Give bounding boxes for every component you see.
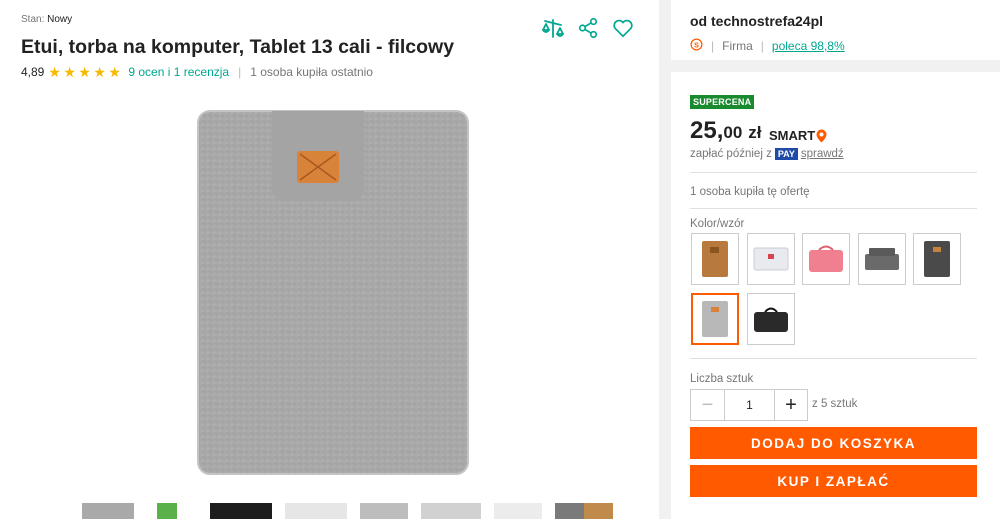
thumbnail[interactable] <box>555 503 613 519</box>
product-actions <box>541 16 646 40</box>
quantity-increase-button[interactable]: + <box>774 389 808 421</box>
star-icon: ★ <box>48 64 61 80</box>
variant-swatch-white[interactable] <box>747 233 795 285</box>
quantity-available: z 5 sztuk <box>812 398 858 410</box>
divider <box>690 208 977 209</box>
thumbnail[interactable] <box>285 503 347 519</box>
pay-later: zapłać później z PAY sprawdź <box>690 148 844 160</box>
seller-type: Firma <box>722 39 753 53</box>
product-image[interactable] <box>180 96 490 496</box>
seller-name[interactable]: od technostrefa24pl <box>690 13 823 29</box>
smart-label: SMART <box>769 128 816 143</box>
variant-swatch-brown[interactable] <box>691 233 739 285</box>
divider: | <box>238 65 242 79</box>
seller-meta: S | Firma | poleca 98,8% <box>690 38 845 54</box>
bought-recently: 1 osoba kupiła ostatnio <box>250 65 373 79</box>
quantity-label: Liczba sztuk <box>690 373 754 385</box>
star-icon: ★ <box>108 64 121 80</box>
price-integer: 25, <box>690 117 724 144</box>
price: 25, 00 zł <box>690 117 762 145</box>
star-icon: ★ <box>78 64 91 80</box>
product-title: Etui, torba na komputer, Tablet 13 cali … <box>21 36 455 58</box>
condition: Stan: Nowy <box>21 14 72 25</box>
star-icon: ★ <box>63 64 76 80</box>
quantity-decrease-button[interactable]: − <box>690 389 724 421</box>
buy-now-button[interactable]: KUP I ZAPŁAĆ <box>690 465 977 497</box>
variant-label: Kolor/wzór <box>690 218 745 230</box>
divider <box>690 172 977 173</box>
divider <box>690 358 977 359</box>
thumbnail[interactable] <box>421 503 481 519</box>
buy-box: od technostrefa24pl S | Firma | poleca 9… <box>671 0 1000 519</box>
add-to-cart-button[interactable]: DODAJ DO KOSZYKA <box>690 427 977 459</box>
thumbnail-strip <box>70 503 626 519</box>
heart-icon[interactable] <box>611 16 635 40</box>
variant-swatch-dark-gray-bag[interactable] <box>858 233 906 285</box>
svg-text:S: S <box>694 40 699 49</box>
thumbnail[interactable] <box>147 503 197 519</box>
price-fraction: 00 <box>723 123 743 142</box>
rating-row: 4,89 ★ ★ ★ ★ ★ 9 ocen i 1 recenzja | 1 o… <box>21 64 373 80</box>
seller-recommend-link[interactable]: poleca 98,8% <box>772 39 845 53</box>
reviews-link[interactable]: 9 ocen i 1 recenzja <box>128 65 229 79</box>
variant-swatch-black-handle[interactable] <box>747 293 795 345</box>
variant-swatch-dark-gray[interactable] <box>913 233 961 285</box>
pay-badge: PAY <box>774 148 798 160</box>
condition-value: Nowy <box>47 14 73 25</box>
divider: | <box>760 39 764 53</box>
star-icon: ★ <box>93 64 106 80</box>
bought-offer: 1 osoba kupiła tę ofertę <box>690 186 810 198</box>
super-seller-icon: S <box>690 38 703 54</box>
rating-stars: ★ ★ ★ ★ ★ <box>48 65 123 79</box>
seller-box: od technostrefa24pl S | Firma | poleca 9… <box>671 0 1000 72</box>
compare-scales-icon[interactable] <box>541 16 565 40</box>
pay-later-text: zapłać później z <box>690 148 772 160</box>
supercena-badge: SUPERCENA <box>690 95 755 109</box>
thumbnail[interactable] <box>360 503 408 519</box>
price-currency: zł <box>748 123 762 142</box>
pay-later-check-link[interactable]: sprawdź <box>801 148 844 160</box>
thumbnail[interactable] <box>494 503 542 519</box>
smart-badge[interactable]: SMART <box>769 128 827 143</box>
quantity-stepper: − + <box>690 389 808 421</box>
variant-swatch-light-gray[interactable] <box>691 293 739 345</box>
smart-pin-icon <box>816 129 827 143</box>
thumbnail[interactable] <box>82 503 134 519</box>
rating-value: 4,89 <box>21 65 45 79</box>
divider: | <box>711 39 715 53</box>
share-icon[interactable] <box>576 16 600 40</box>
thumbnail[interactable] <box>210 503 272 519</box>
product-section: Stan: Nowy Etui, torba na komputer, Tabl… <box>0 0 659 519</box>
condition-label: Stan: <box>21 14 45 25</box>
variant-swatch-pink[interactable] <box>802 233 850 285</box>
quantity-input[interactable] <box>724 389 774 421</box>
